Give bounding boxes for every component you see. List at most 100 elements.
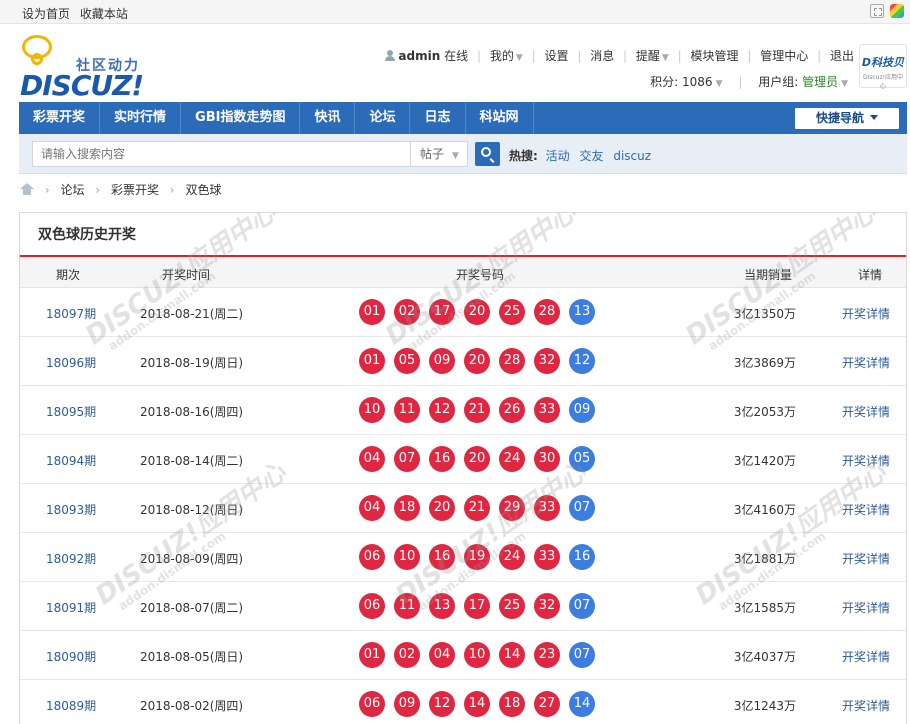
- table-row: 18090期 2018-08-05(周日) 01 02 04 10 14 23 07 3亿4037…: [20, 631, 906, 680]
- score-menu[interactable]: 积分: 1086: [650, 75, 712, 89]
- issue-link[interactable]: 18092期: [46, 550, 96, 567]
- module-manage-link[interactable]: 模块管理: [691, 49, 739, 63]
- main-nav: 彩票开奖 实时行情 GBI指数走势图 快讯 论坛 日志 科站网 快捷导航: [19, 102, 907, 134]
- chevron-down-icon: ▼: [452, 151, 459, 161]
- search-input[interactable]: [32, 141, 410, 167]
- nav-item-news[interactable]: 快讯: [300, 102, 356, 134]
- red-ball: 01: [359, 642, 385, 668]
- red-ball: 28: [499, 348, 525, 374]
- red-ball: 10: [359, 397, 385, 423]
- home-icon[interactable]: [20, 183, 34, 195]
- sales-value: 3亿3869万: [733, 356, 796, 370]
- search-button[interactable]: [475, 142, 500, 166]
- nav-item-gbi[interactable]: GBI指数走势图: [181, 102, 301, 134]
- hot-search-item[interactable]: 交友: [579, 149, 603, 163]
- issue-link[interactable]: 18090期: [46, 648, 96, 665]
- detail-link[interactable]: 开奖详情: [842, 648, 890, 665]
- site-logo[interactable]: 社区动力 DISCUZ!: [20, 35, 150, 102]
- table-row: 18091期 2018-08-07(周二) 06 11 13 17 25 32 07 3亿1585…: [20, 582, 906, 631]
- red-ball: 25: [499, 299, 525, 325]
- settings-link[interactable]: 设置: [544, 49, 568, 63]
- detail-link[interactable]: 开奖详情: [842, 403, 890, 420]
- chevron-down-icon: ▼: [715, 79, 723, 89]
- issue-link[interactable]: 18095期: [46, 403, 96, 420]
- nav-item-site[interactable]: 科站网: [466, 102, 534, 134]
- red-ball: 33: [534, 397, 560, 423]
- ball-group: 04 18 20 21 29 33 07: [359, 495, 595, 521]
- reminders-menu[interactable]: 提醒: [636, 49, 660, 63]
- search-type-select[interactable]: 帖子 ▼: [410, 141, 468, 167]
- sales-value: 3亿2053万: [733, 405, 796, 419]
- sales-value: 3亿1585万: [733, 601, 796, 615]
- red-ball: 18: [394, 495, 420, 521]
- draw-date: 2018-08-09(周四): [140, 552, 244, 566]
- breadcrumb-current: 双色球: [185, 183, 222, 197]
- detail-link[interactable]: 开奖详情: [842, 305, 890, 322]
- quick-nav-button[interactable]: 快捷导航: [795, 108, 899, 129]
- red-ball: 32: [534, 348, 560, 374]
- set-home-link[interactable]: 设为首页: [22, 7, 70, 21]
- table-row: 18096期 2018-08-19(周日) 01 05 09 20 28 32 12 3亿3869…: [20, 337, 906, 386]
- issue-link[interactable]: 18094期: [46, 452, 96, 469]
- header-sales: 当期销量: [744, 268, 793, 282]
- blue-ball: 07: [569, 495, 595, 521]
- breadcrumb-forum[interactable]: 论坛: [60, 183, 84, 197]
- ball-group: 06 09 12 14 18 27 14: [359, 691, 595, 717]
- app-center-badge[interactable]: D科技贝 Discuz!应用中心: [859, 44, 907, 90]
- usergroup-menu[interactable]: 管理员: [802, 75, 838, 89]
- logout-link[interactable]: 退出: [830, 49, 854, 63]
- detail-link[interactable]: 开奖详情: [842, 599, 890, 616]
- detail-link[interactable]: 开奖详情: [842, 550, 890, 567]
- red-ball: 04: [359, 495, 385, 521]
- admin-center-link[interactable]: 管理中心: [760, 49, 808, 63]
- breadcrumb-lottery[interactable]: 彩票开奖: [111, 183, 159, 197]
- issue-link[interactable]: 18096期: [46, 354, 96, 371]
- red-ball: 20: [464, 299, 490, 325]
- blue-ball: 13: [569, 299, 595, 325]
- bookmark-link[interactable]: 收藏本站: [80, 7, 128, 21]
- sales-value: 3亿4037万: [733, 650, 796, 664]
- red-ball: 24: [499, 446, 525, 472]
- theme-color-icon[interactable]: [890, 4, 904, 18]
- detail-link[interactable]: 开奖详情: [842, 452, 890, 469]
- issue-link[interactable]: 18093期: [46, 501, 96, 518]
- draw-date: 2018-08-19(周日): [140, 356, 244, 370]
- detail-link[interactable]: 开奖详情: [842, 501, 890, 518]
- nav-item-market[interactable]: 实时行情: [100, 102, 182, 134]
- issue-link[interactable]: 18097期: [46, 305, 96, 322]
- breadcrumb: › 论坛 › 彩票开奖 › 双色球: [20, 181, 221, 198]
- issue-link[interactable]: 18091期: [46, 599, 96, 616]
- red-ball: 10: [394, 544, 420, 570]
- hot-search-item[interactable]: discuz: [613, 149, 651, 163]
- red-ball: 05: [394, 348, 420, 374]
- red-ball: 26: [499, 397, 525, 423]
- blue-ball: 16: [569, 544, 595, 570]
- hot-search-item[interactable]: 活动: [546, 149, 570, 163]
- red-ball: 17: [429, 299, 455, 325]
- red-ball: 12: [429, 397, 455, 423]
- blue-ball: 09: [569, 397, 595, 423]
- detail-link[interactable]: 开奖详情: [842, 354, 890, 371]
- red-ball: 02: [394, 299, 420, 325]
- fullscreen-icon[interactable]: [870, 4, 884, 18]
- red-ball: 06: [359, 544, 385, 570]
- badge-subtitle: Discuz!应用中心: [862, 74, 904, 90]
- top-right-icons: [870, 4, 904, 18]
- nav-item-forum[interactable]: 论坛: [355, 102, 411, 134]
- my-menu[interactable]: 我的: [490, 49, 514, 63]
- username-link[interactable]: admin: [398, 49, 440, 63]
- hot-search-label: 热搜:: [509, 149, 538, 163]
- red-ball: 16: [429, 544, 455, 570]
- chevron-down-icon: ▼: [661, 53, 669, 63]
- table-row: 18089期 2018-08-02(周四) 06 09 12 14 18 27 14 3亿1243…: [20, 680, 906, 724]
- draw-date: 2018-08-14(周二): [140, 454, 244, 468]
- ball-group: 06 11 13 17 25 32 07: [359, 593, 595, 619]
- red-ball: 06: [359, 593, 385, 619]
- issue-link[interactable]: 18089期: [46, 697, 96, 714]
- table-header: 期次 开奖时间 开奖号码 当期销量 详情: [20, 257, 906, 288]
- caret-down-icon: [870, 115, 878, 120]
- nav-item-blog[interactable]: 日志: [410, 102, 466, 134]
- nav-item-lottery[interactable]: 彩票开奖: [19, 102, 101, 134]
- messages-link[interactable]: 消息: [590, 49, 614, 63]
- detail-link[interactable]: 开奖详情: [842, 697, 890, 714]
